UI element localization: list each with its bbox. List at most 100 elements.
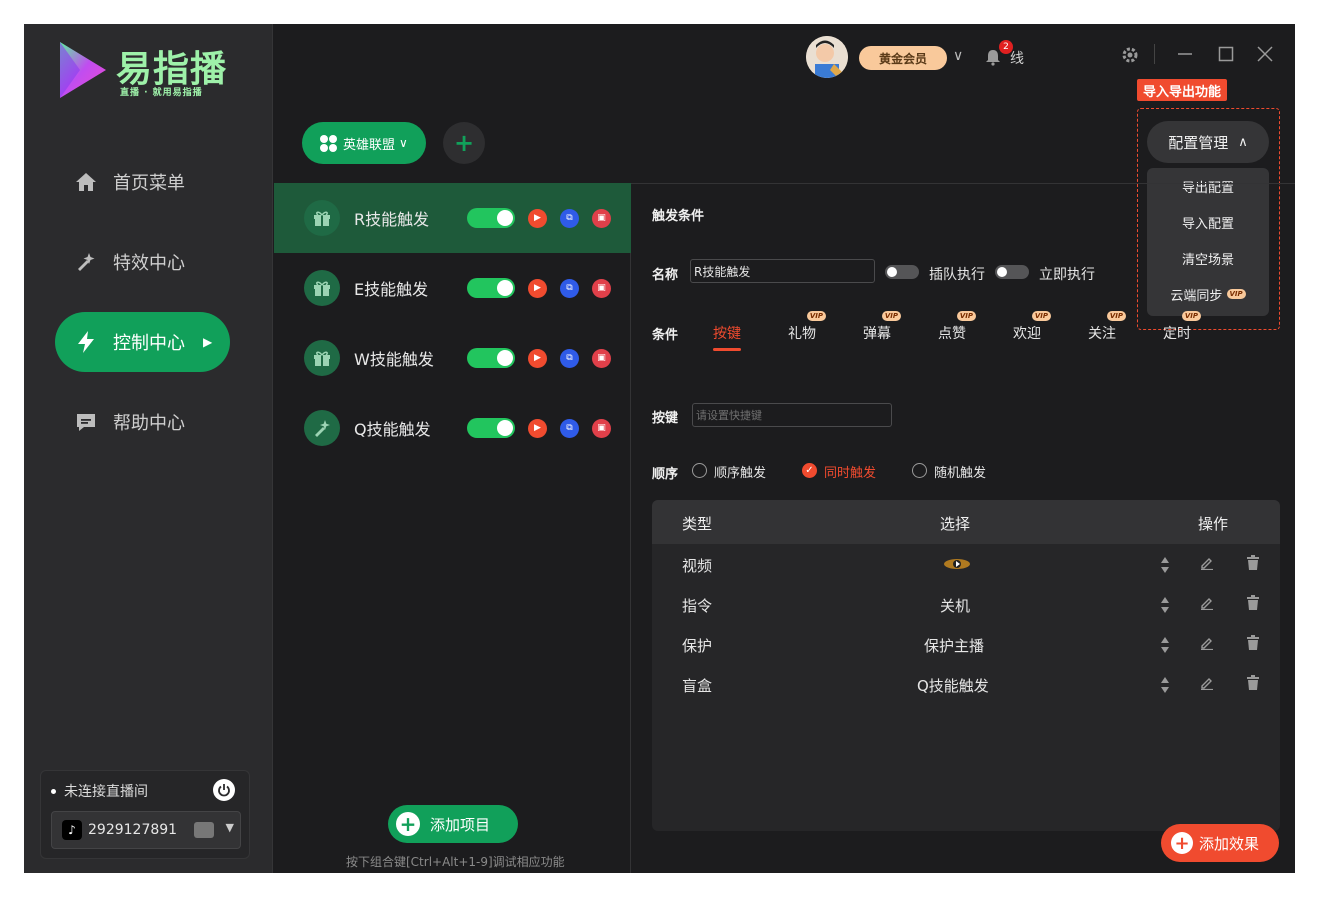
trash-icon[interactable] xyxy=(1246,635,1260,651)
tab-danmaku[interactable]: 弹幕 VIP xyxy=(863,311,901,343)
keyboard-icon xyxy=(194,822,214,838)
hotkey-input[interactable] xyxy=(692,403,892,427)
divider xyxy=(1154,44,1155,64)
effects-table: 类型 选择 操作 视频 指令 关机 保护 保护主播 盲盒 Q技能触发 xyxy=(652,500,1280,831)
row-select[interactable]: 保护主播 xyxy=(924,635,984,656)
add-effect-label: 添加效果 xyxy=(1199,834,1260,853)
sidebar-item-home[interactable]: 首页菜单 xyxy=(55,152,230,212)
copy-icon[interactable]: ⧉ xyxy=(560,208,579,228)
close-icon[interactable] xyxy=(1257,46,1273,67)
maximize-icon[interactable] xyxy=(1218,46,1234,67)
play-icon[interactable]: ▶ xyxy=(528,278,547,298)
radio-label: 同时触发 xyxy=(824,466,877,481)
tab-key[interactable]: 按键 xyxy=(713,323,741,351)
project-item[interactable]: Q技能触发 ▶ ⧉ ▣ xyxy=(274,393,631,463)
radio-label: 顺序触发 xyxy=(714,466,767,481)
play-icon[interactable]: ▶ xyxy=(528,208,547,228)
plus-icon: + xyxy=(396,812,420,836)
game-selector[interactable]: 英雄联盟 ∨ xyxy=(302,122,426,164)
minimize-icon[interactable] xyxy=(1177,46,1193,67)
power-icon[interactable] xyxy=(213,779,235,801)
add-game-button[interactable]: + xyxy=(443,122,485,164)
sidebar-item-help[interactable]: 帮助中心 xyxy=(55,392,230,452)
enable-toggle[interactable] xyxy=(467,278,515,298)
queue-label: 插队执行 xyxy=(929,267,985,283)
project-item[interactable]: R技能触发 ▶ ⧉ ▣ xyxy=(274,183,631,253)
edit-icon[interactable] xyxy=(1200,556,1214,571)
project-item[interactable]: W技能触发 ▶ ⧉ ▣ xyxy=(274,323,631,393)
edit-icon[interactable] xyxy=(1200,636,1214,651)
trash-icon[interactable] xyxy=(1246,675,1260,691)
delete-icon[interactable]: ▣ xyxy=(592,278,611,298)
trash-icon[interactable] xyxy=(1246,555,1260,571)
column-header: 选择 xyxy=(940,515,971,533)
sort-icon[interactable] xyxy=(1160,596,1170,614)
edit-icon[interactable] xyxy=(1200,676,1214,691)
bolt-icon xyxy=(73,329,99,355)
delete-icon[interactable]: ▣ xyxy=(592,208,611,228)
radio-random[interactable] xyxy=(912,463,927,478)
vip-tag: VIP xyxy=(881,311,901,321)
import-export-tooltip: 导入导出功能 xyxy=(1137,79,1228,101)
connection-status: 线 xyxy=(1010,51,1024,67)
project-list: R技能触发 ▶ ⧉ ▣ E技能触发 ▶ ⧉ ▣ W技能触发 ▶ ⧉ ▣ Q技能触… xyxy=(274,183,631,873)
chevron-down-icon[interactable]: ∨ xyxy=(953,48,963,64)
config-manage-button[interactable]: 配置管理 ∧ xyxy=(1147,121,1269,163)
video-thumbnail-icon[interactable] xyxy=(942,554,972,578)
add-project-button[interactable]: + 添加项目 xyxy=(388,805,518,843)
radio-simultaneous[interactable]: ✓ xyxy=(802,463,817,478)
trash-icon[interactable] xyxy=(1246,595,1260,611)
status-dot xyxy=(51,788,56,794)
sidebar-item-effects[interactable]: 特效中心 xyxy=(55,232,230,292)
row-select[interactable]: 关机 xyxy=(940,595,970,616)
tab-welcome[interactable]: 欢迎 VIP xyxy=(1013,311,1051,343)
queue-toggle[interactable] xyxy=(885,265,919,279)
sidebar-item-label: 控制中心 xyxy=(113,333,185,354)
project-item[interactable]: E技能触发 ▶ ⧉ ▣ xyxy=(274,253,631,323)
account-selector[interactable]: ♪ 2929127891 ▼ xyxy=(51,811,241,849)
delete-icon[interactable]: ▣ xyxy=(592,418,611,438)
tab-follow[interactable]: 关注 VIP xyxy=(1088,311,1126,343)
avatar[interactable] xyxy=(806,36,848,78)
row-select[interactable]: Q技能触发 xyxy=(917,675,989,696)
name-input[interactable] xyxy=(690,259,875,283)
config-manage-label: 配置管理 xyxy=(1168,133,1229,152)
sort-icon[interactable] xyxy=(1160,556,1170,574)
column-header: 操作 xyxy=(1198,515,1229,533)
vip-badge[interactable]: 黄金会员 xyxy=(859,46,947,70)
add-effect-button[interactable]: + 添加效果 xyxy=(1161,824,1279,862)
tab-timer[interactable]: 定时 VIP xyxy=(1163,311,1201,343)
immediate-toggle[interactable] xyxy=(995,265,1029,279)
play-icon[interactable]: ▶ xyxy=(528,418,547,438)
tab-label: 定时 xyxy=(1163,326,1191,342)
bell-icon[interactable]: 2 xyxy=(984,40,1013,66)
tab-like[interactable]: 点赞 VIP xyxy=(938,311,976,343)
live-connection-card: 未连接直播间 ♪ 2929127891 ▼ xyxy=(40,770,250,859)
edit-icon[interactable] xyxy=(1200,596,1214,611)
copy-icon[interactable]: ⧉ xyxy=(560,278,579,298)
sidebar-item-control[interactable]: 控制中心 ▶ xyxy=(55,312,230,372)
row-type: 保护 xyxy=(682,637,713,655)
enable-toggle[interactable] xyxy=(467,418,515,438)
enable-toggle[interactable] xyxy=(467,208,515,228)
brand-slogan: 直播 · 就用易指播 xyxy=(120,88,203,98)
app-logo: 易指播 直播 · 就用易指播 xyxy=(54,40,244,104)
chevron-down-icon: ▼ xyxy=(225,821,234,834)
delete-icon[interactable]: ▣ xyxy=(592,348,611,368)
radio-sequential[interactable] xyxy=(692,463,707,478)
copy-icon[interactable]: ⧉ xyxy=(560,348,579,368)
enable-toggle[interactable] xyxy=(467,348,515,368)
name-label: 名称 xyxy=(652,268,679,283)
tab-gift[interactable]: 礼物 VIP xyxy=(788,311,826,343)
gift-icon xyxy=(304,200,340,236)
table-row: 盲盒 Q技能触发 xyxy=(652,664,1280,704)
tab-label: 关注 xyxy=(1088,326,1116,342)
sort-icon[interactable] xyxy=(1160,676,1170,694)
gear-icon[interactable] xyxy=(1121,46,1139,69)
vip-tag: VIP xyxy=(1106,311,1126,321)
copy-icon[interactable]: ⧉ xyxy=(560,418,579,438)
game-label: 英雄联盟 xyxy=(343,137,396,153)
play-icon[interactable]: ▶ xyxy=(528,348,547,368)
table-row: 指令 关机 xyxy=(652,584,1280,624)
sort-icon[interactable] xyxy=(1160,636,1170,654)
